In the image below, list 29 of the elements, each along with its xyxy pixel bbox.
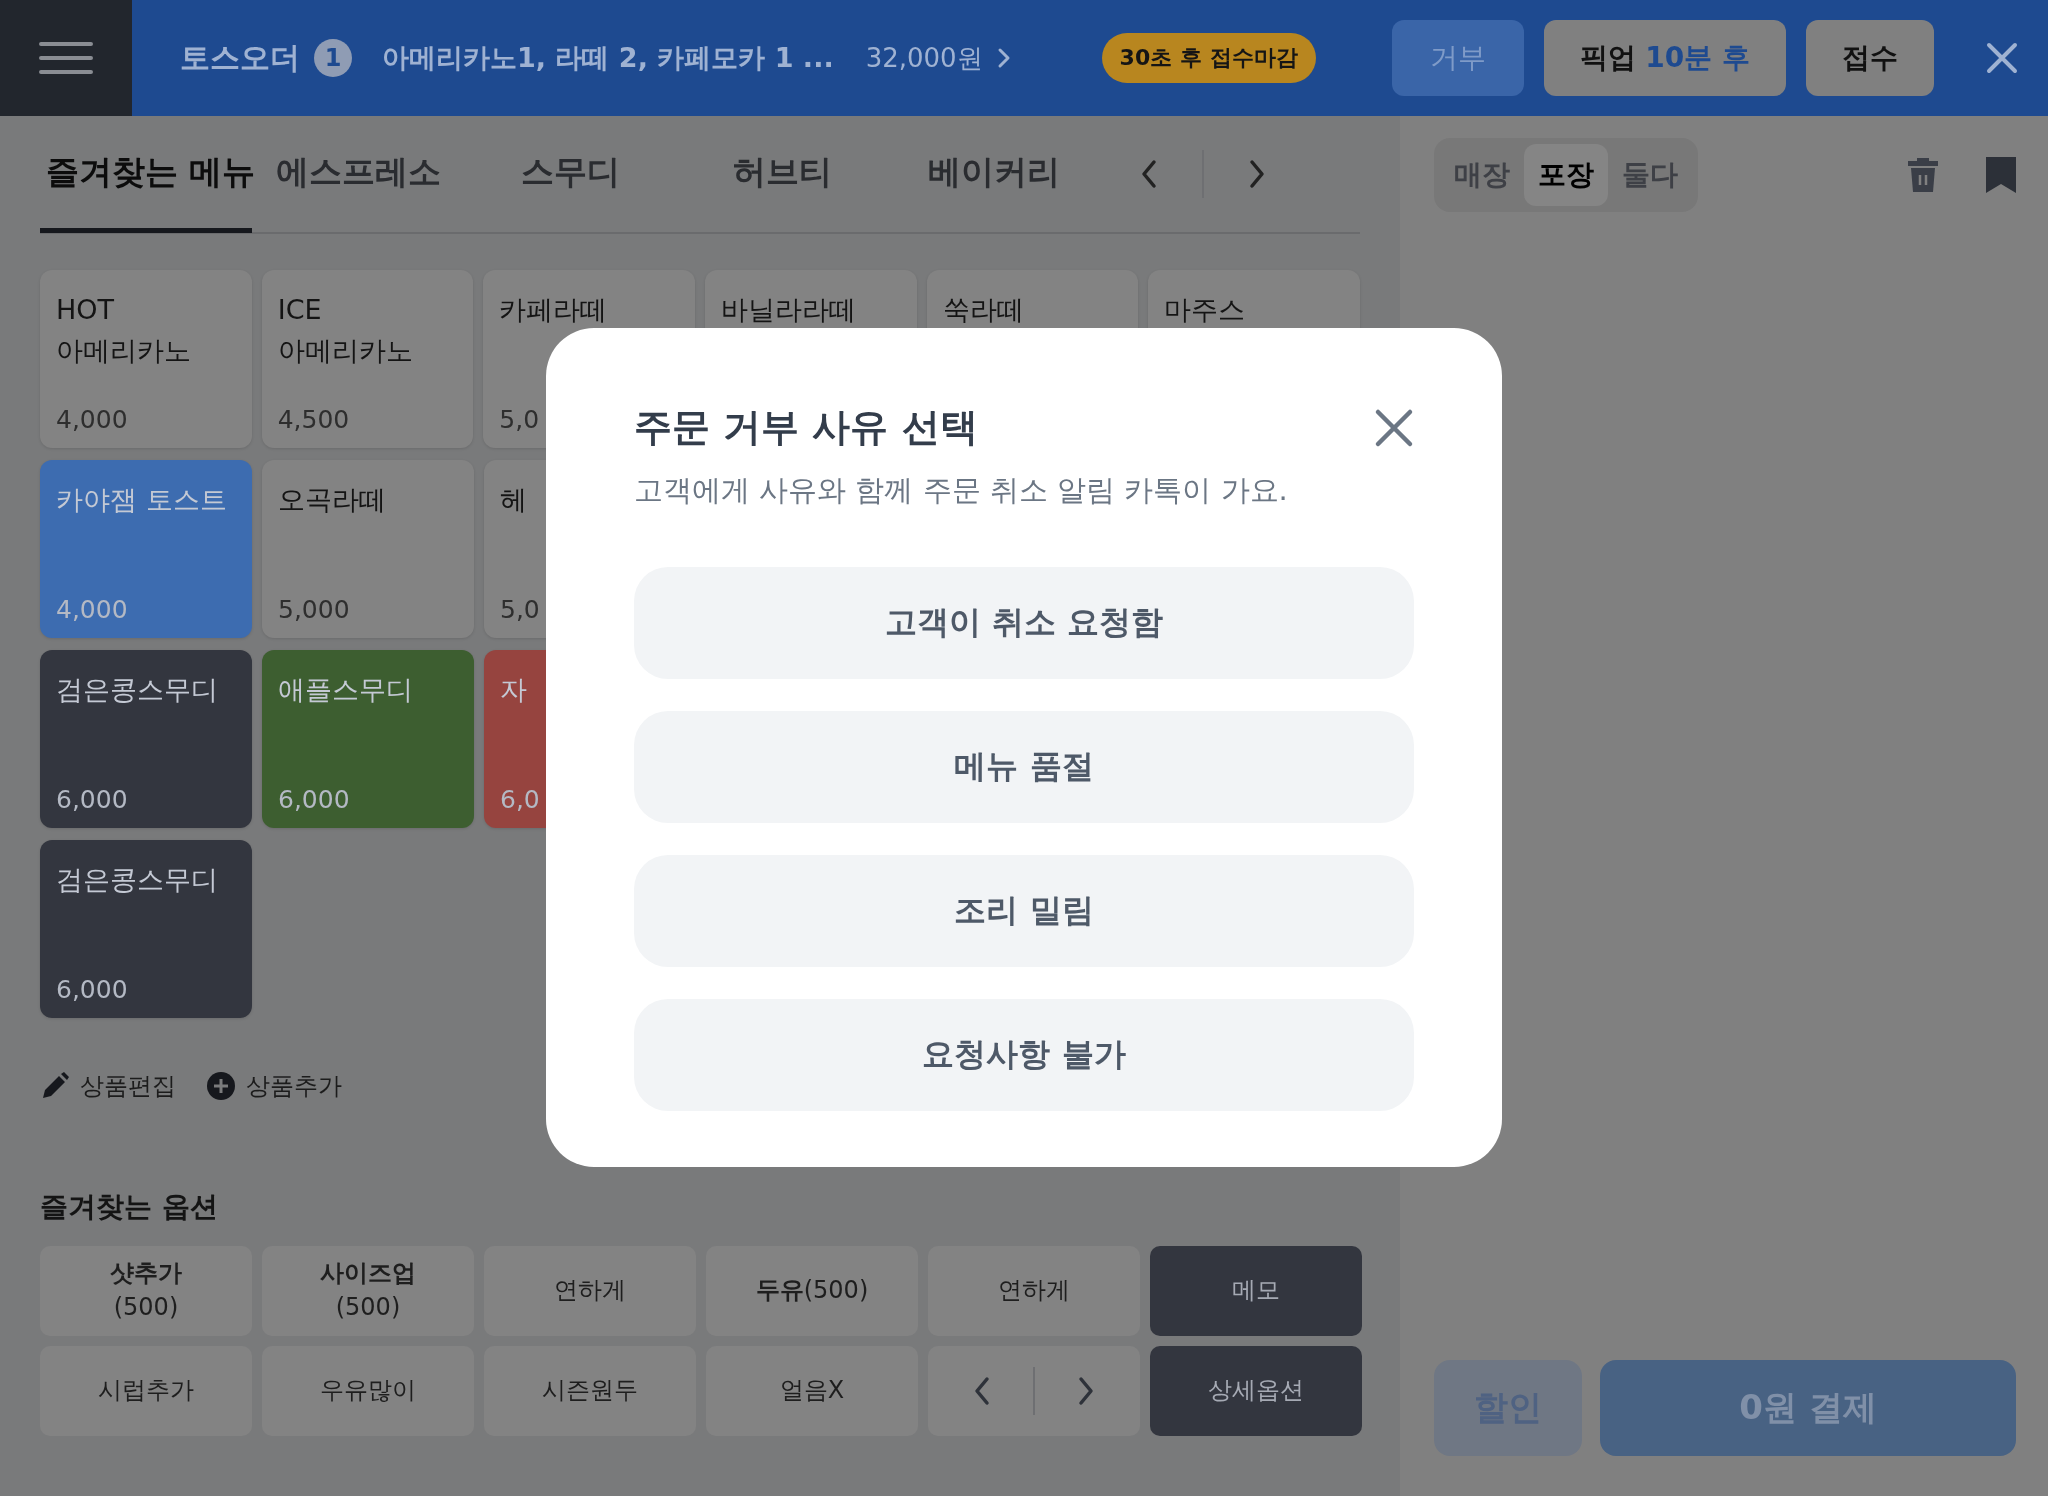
dialog-title: 주문 거부 사유 선택 [634, 404, 978, 451]
order-count-badge: 1 [314, 39, 352, 77]
menu-name: 애플스무디 [278, 673, 414, 707]
menu-name: 쑥라떼 [942, 293, 1025, 327]
menu-price: 6,000 [56, 785, 129, 814]
menu-name: HOT 아메리카노 [56, 293, 192, 368]
order-total: 32,000원 [865, 41, 983, 75]
menu-name: 검은콩스무디 [56, 673, 219, 707]
menu-name: 카페라떼 [499, 293, 609, 327]
brand-name: 토스오더 [180, 38, 300, 77]
menu-name: ICE 아메리카노 [277, 293, 414, 368]
menu-name: 검은콩스무디 [56, 863, 219, 897]
menu-price: 4,000 [56, 595, 129, 624]
menu-name: 바닐라라떼 [721, 293, 857, 327]
menu-price: 5,000 [278, 595, 351, 624]
menu-price: 5,0 [500, 595, 541, 624]
section-title: 즐겨찾는 옵션 [40, 1189, 219, 1225]
menu-price: 4,500 [277, 405, 351, 434]
menu-price: 6,000 [278, 785, 351, 814]
deadline-badge: 30초 후 접수마감 [1101, 33, 1316, 83]
dialog-subtitle: 고객에게 사유와 함께 주문 취소 알림 카톡이 가요. [634, 472, 1289, 509]
menu-name: 자 [500, 673, 528, 707]
menu-name: 오곡라떼 [278, 483, 387, 517]
order-summary: 아메리카노1, 라떼 2, 카페모카 1 ... [382, 41, 834, 75]
menu-price: 6,000 [56, 975, 129, 1004]
menu-price: 6,0 [500, 785, 541, 814]
menu-name: 카야잼 토스트 [56, 483, 228, 517]
menu-price: 4,000 [56, 405, 129, 434]
menu-name: 마주스 [1164, 293, 1247, 327]
